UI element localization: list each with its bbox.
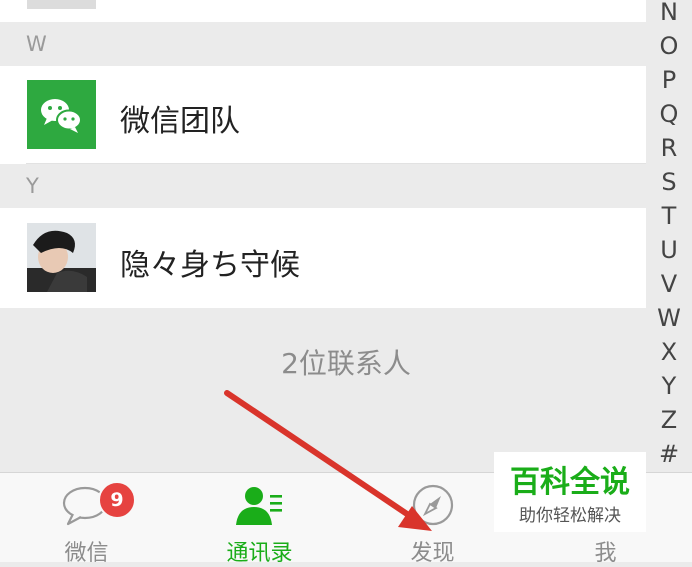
tab-label: 微信 xyxy=(64,541,109,566)
tab-chats[interactable]: 9 微信 xyxy=(0,473,173,566)
tab-label: 发现 xyxy=(410,541,455,566)
tab-label: 通讯录 xyxy=(226,541,293,566)
index-letter[interactable]: P xyxy=(646,68,692,92)
tab-contacts[interactable]: 通讯录 xyxy=(173,473,346,566)
index-letter[interactable]: R xyxy=(646,136,692,160)
watermark-title: 百科全说 xyxy=(510,465,630,500)
index-letter[interactable]: Q xyxy=(646,102,692,126)
watermark-subtitle: 助你轻松解决 xyxy=(519,506,621,526)
index-letter[interactable]: O xyxy=(646,34,692,58)
watermark-logo: 百科全说 助你轻松解决 xyxy=(494,452,646,532)
wechat-logo-icon xyxy=(27,80,96,149)
section-header-y: Y xyxy=(0,164,646,208)
contact-row-partial[interactable] xyxy=(0,0,646,22)
contacts-icon xyxy=(234,483,286,531)
alphabet-index-bar[interactable]: N O P Q R S T U V W X Y Z # xyxy=(646,0,692,472)
tab-label: 我 xyxy=(594,541,617,566)
index-letter[interactable]: U xyxy=(646,238,692,262)
section-header-w: W xyxy=(0,22,646,66)
index-letter[interactable]: X xyxy=(646,340,692,364)
index-letter[interactable]: W xyxy=(646,306,692,330)
compass-icon xyxy=(409,483,457,531)
index-letter[interactable]: Z xyxy=(646,408,692,432)
index-letter[interactable]: Y xyxy=(646,374,692,398)
contact-row[interactable]: 微信团队 xyxy=(0,66,646,164)
contact-name: 微信团队 xyxy=(120,104,240,139)
unread-badge: 9 xyxy=(98,481,136,519)
contact-count-label: 2位联系人 xyxy=(281,347,411,380)
contact-name: 隐々身ち守候 xyxy=(120,248,300,283)
index-letter[interactable]: S xyxy=(646,170,692,194)
index-letter[interactable]: T xyxy=(646,204,692,228)
avatar xyxy=(27,223,96,292)
index-letter[interactable]: # xyxy=(646,442,692,466)
avatar xyxy=(27,0,96,9)
index-letter[interactable]: N xyxy=(646,0,692,24)
contact-row[interactable]: 隐々身ち守候 xyxy=(0,208,646,308)
index-letter[interactable]: V xyxy=(646,272,692,296)
